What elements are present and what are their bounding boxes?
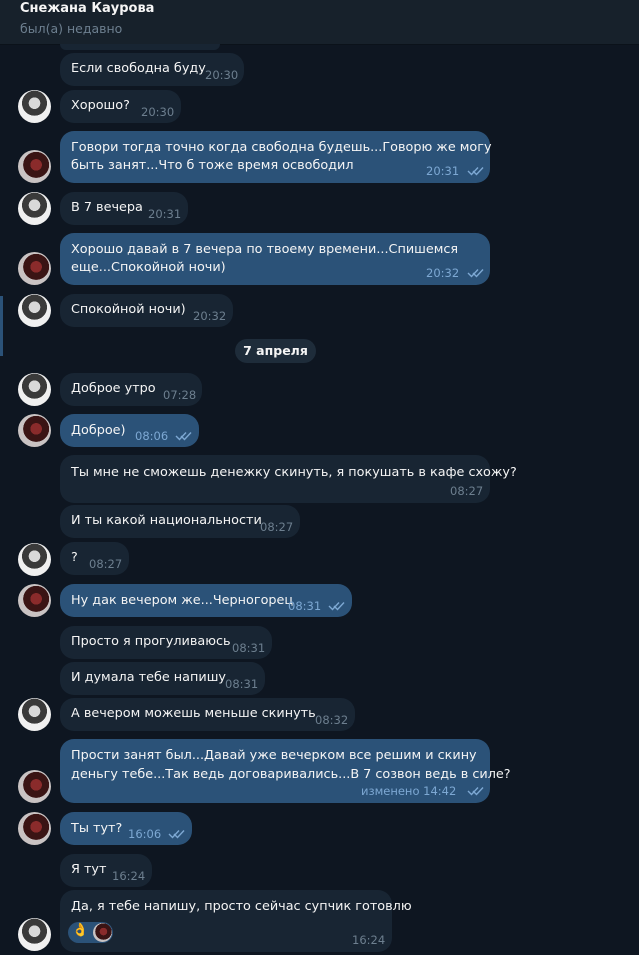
message-text: Ты мне не сможешь денежку скинуть, я пок… [71, 465, 517, 480]
message-text: Ну дак вечером же...Черногорец [71, 593, 294, 608]
message-bubble[interactable]: Если свободна буду 20:30 [60, 53, 244, 86]
my-avatar[interactable] [18, 584, 51, 617]
message-bubble[interactable]: В 7 вечера 20:31 [60, 192, 188, 225]
reactor-avatar [93, 923, 112, 942]
message-text: А вечером можешь меньше скинуть [71, 706, 316, 721]
message-bubble[interactable]: Хорошо давай в 7 вечера по твоему времен… [60, 233, 490, 285]
message-bubble[interactable]: А вечером можешь меньше скинуть 08:32 [60, 698, 355, 731]
contact-avatar[interactable] [18, 918, 51, 951]
message-text: Спокойной ночи) [71, 302, 186, 317]
read-checkmarks-icon [175, 432, 192, 441]
message-text: Я тут [71, 862, 107, 877]
message-time: 08:06 [135, 429, 169, 443]
contact-avatar[interactable] [18, 294, 51, 327]
message-text: Просто я прогуливаюсь [71, 634, 231, 649]
contact-avatar[interactable] [18, 698, 51, 731]
message-text-line-1: Прости занят был...Давай уже вечерком вс… [71, 748, 477, 763]
message-time: 08:27 [260, 520, 294, 534]
message-bubble[interactable]: И думала тебе напишу 08:31 [60, 662, 265, 695]
message-time: 08:31 [232, 641, 266, 655]
message-bubble[interactable]: Ну дак вечером же...Черногорец 08:31 [60, 584, 352, 617]
contact-avatar[interactable] [18, 90, 51, 123]
message-bubble[interactable]: Ты тут? 16:06 [60, 812, 192, 845]
message-bubble[interactable]: Доброе) 08:06 [60, 414, 199, 447]
message-time: 20:31 [148, 207, 182, 221]
message-time: 16:24 [352, 933, 386, 947]
message-time: 16:06 [128, 827, 162, 841]
message-bubble[interactable]: Просто я прогуливаюсь 08:31 [60, 626, 272, 659]
read-checkmarks-icon [467, 269, 484, 278]
message-time: 20:30 [141, 105, 175, 119]
message-bubble[interactable]: ? 08:27 [60, 542, 129, 575]
read-checkmarks-icon [328, 602, 345, 611]
message-time: 08:31 [225, 677, 259, 691]
message-bubble[interactable]: Прости занят был...Давай уже вечерком вс… [60, 739, 511, 803]
my-avatar[interactable] [18, 252, 51, 285]
contact-status: был(а) недавно [20, 21, 123, 36]
message-text-line-1: Хорошо давай в 7 вечера по твоему времен… [71, 242, 459, 257]
message-text: ? [71, 550, 78, 565]
contact-avatar[interactable] [18, 543, 51, 576]
message-time: 08:31 [288, 599, 322, 613]
message-text: Доброе) [71, 423, 126, 438]
read-checkmarks-icon [168, 830, 185, 839]
message-text: Да, я тебе напишу, просто сейчас супчик … [71, 899, 412, 914]
contact-avatar[interactable] [18, 192, 51, 225]
ok-hand-reaction-icon: 👌 [72, 923, 89, 938]
message-text: Ты тут? [71, 821, 123, 836]
contact-avatar[interactable] [18, 373, 51, 406]
message-text-line-2: еще...Спокойной ночи) [71, 260, 226, 275]
message-time: 20:32 [193, 309, 227, 323]
message-bubble[interactable]: Доброе утро 07:28 [60, 373, 202, 406]
chat-header[interactable]: Снежана Каурова был(а) недавно [0, 0, 639, 45]
message-time-edited: изменено 14:42 [361, 784, 457, 798]
read-checkmarks-icon [467, 787, 484, 796]
contact-name[interactable]: Снежана Каурова [20, 1, 154, 16]
message-text: И думала тебе напишу [71, 670, 226, 685]
message-time: 08:27 [89, 557, 123, 571]
message-text: Если свободна буду [71, 61, 206, 76]
read-checkmarks-icon [467, 167, 484, 176]
message-time: 08:27 [450, 484, 484, 498]
message-time: 16:24 [112, 869, 146, 883]
message-text: Хорошо? [71, 98, 130, 113]
message-text: Доброе утро [71, 381, 156, 396]
message-text-line-2: быть занят...Что б тоже время освободил [71, 158, 354, 173]
message-text: В 7 вечера [71, 200, 143, 215]
message-text: И ты какой национальности [71, 513, 262, 528]
message-bubble[interactable]: Я тут 16:24 [60, 854, 152, 887]
my-avatar[interactable] [18, 812, 51, 845]
message-time: 20:31 [426, 164, 460, 178]
my-avatar[interactable] [18, 150, 51, 183]
message-bubble-cut [60, 44, 220, 50]
message-bubble[interactable]: Ты мне не сможешь денежку скинуть, я пок… [60, 455, 517, 503]
message-time: 07:28 [163, 388, 197, 402]
my-avatar[interactable] [18, 414, 51, 447]
my-avatar[interactable] [18, 770, 51, 803]
message-text-line-1: Говори тогда точно когда свободна будешь… [71, 140, 492, 155]
message-bubble[interactable]: И ты какой национальности 08:27 [60, 505, 300, 538]
message-bubble[interactable]: Говори тогда точно когда свободна будешь… [60, 131, 492, 183]
message-time: 20:32 [426, 266, 460, 280]
message-text-line-2: деньгу тебе...Так ведь договаривались...… [71, 767, 511, 782]
scroll-indicator [0, 296, 3, 356]
message-bubble[interactable]: Да, я тебе напишу, просто сейчас супчик … [60, 890, 412, 952]
message-bubble[interactable]: Хорошо? 20:30 [60, 90, 181, 123]
message-time: 08:32 [315, 713, 349, 727]
date-separator: 7 апреля [235, 339, 316, 363]
message-time: 20:30 [205, 68, 239, 82]
message-bubble[interactable]: Спокойной ночи) 20:32 [60, 294, 233, 327]
